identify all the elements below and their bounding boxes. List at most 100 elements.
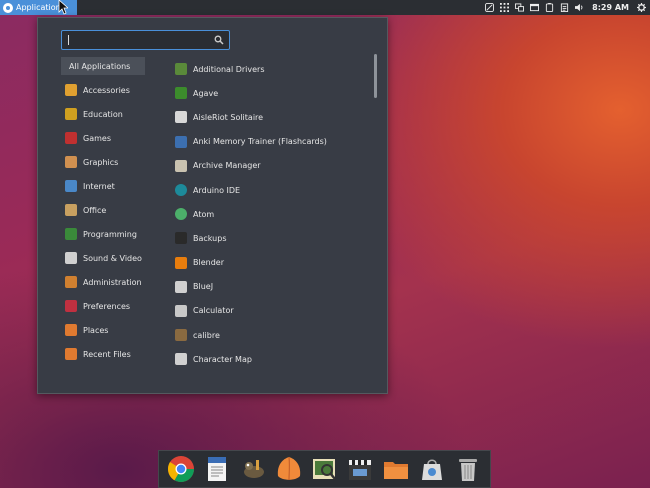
- category-internet[interactable]: Internet: [61, 174, 145, 198]
- app-item[interactable]: Character Map: [175, 347, 365, 371]
- app-item[interactable]: Blender: [175, 251, 365, 275]
- category-all-applications[interactable]: All Applications: [61, 57, 145, 75]
- ubuntu-logo-icon: [3, 2, 13, 13]
- app-item[interactable]: calibre: [175, 323, 365, 347]
- mouse-cursor-icon: [58, 0, 68, 15]
- search-icon: [214, 35, 224, 45]
- app-item[interactable]: BlueJ: [175, 275, 365, 299]
- internet-icon: [65, 180, 77, 192]
- app-item[interactable]: Archive Manager: [175, 154, 365, 178]
- app-item[interactable]: Additional Drivers: [175, 57, 365, 81]
- app-label: Additional Drivers: [193, 64, 265, 74]
- gear-icon[interactable]: [637, 3, 646, 12]
- dock-video-editor-launcher[interactable]: [345, 454, 375, 484]
- preferences-icon: [65, 300, 77, 312]
- category-label: Administration: [83, 277, 142, 287]
- app-label: Character Map: [193, 354, 252, 364]
- category-administration[interactable]: Administration: [61, 270, 145, 294]
- drivers-icon: [175, 63, 187, 76]
- dock-chrome-launcher[interactable]: [166, 454, 196, 484]
- sublime-icon: [277, 456, 300, 481]
- trash-icon: [458, 459, 477, 481]
- games-icon: [65, 132, 77, 144]
- dock-image-viewer-launcher[interactable]: [309, 454, 339, 484]
- app-label: Arduino IDE: [193, 185, 241, 195]
- category-graphics[interactable]: Graphics: [61, 150, 145, 174]
- display-icon[interactable]: [515, 3, 525, 12]
- scrollbar[interactable]: [374, 54, 377, 98]
- agave-icon: [175, 87, 187, 100]
- video-editor-icon: [349, 460, 372, 480]
- category-preferences[interactable]: Preferences: [61, 294, 145, 318]
- app-label: Atom: [193, 209, 215, 219]
- category-sound-video[interactable]: Sound & Video: [61, 246, 145, 270]
- category-recent-files[interactable]: Recent Files: [61, 342, 145, 366]
- text-caret: [68, 35, 69, 45]
- app-label: calibre: [193, 330, 220, 340]
- volume-icon[interactable]: [575, 3, 584, 12]
- document-viewer-icon: [207, 457, 226, 481]
- anki-icon: [175, 135, 187, 148]
- character-map-icon: [175, 353, 187, 366]
- accessories-icon: [65, 84, 77, 96]
- category-label: Accessories: [83, 85, 130, 95]
- category-label: All Applications: [69, 61, 131, 71]
- category-label: Preferences: [83, 301, 131, 311]
- archive-icon: [175, 159, 187, 172]
- education-icon: [65, 108, 77, 120]
- software-center-icon: [422, 459, 443, 480]
- blender-icon: [175, 256, 187, 269]
- files-icon: [384, 462, 409, 479]
- category-label: Games: [83, 133, 111, 143]
- calibre-icon: [175, 329, 187, 342]
- dock-document-viewer-launcher[interactable]: [202, 454, 232, 484]
- atom-icon: [175, 208, 187, 221]
- app-label: Blender: [193, 258, 224, 268]
- app-item[interactable]: AisleRiot Solitaire: [175, 105, 365, 129]
- dock-trash-launcher[interactable]: [453, 454, 483, 484]
- calculator-icon: [175, 304, 187, 317]
- office-icon: [65, 204, 77, 216]
- dock-files-launcher[interactable]: [381, 454, 411, 484]
- search-input[interactable]: [66, 33, 206, 47]
- dock-gimp-launcher[interactable]: [238, 454, 268, 484]
- category-accessories[interactable]: Accessories: [61, 78, 145, 102]
- category-list: All Applications Accessories Education Game…: [61, 57, 145, 366]
- dock-sublime-launcher[interactable]: [274, 454, 304, 484]
- dock-software-center-launcher[interactable]: [417, 454, 447, 484]
- system-tray: 8:29 AM: [485, 0, 646, 15]
- chrome-icon: [167, 456, 194, 483]
- gimp-icon: [243, 460, 264, 478]
- app-label: Anki Memory Trainer (Flashcards): [193, 137, 327, 147]
- app-item[interactable]: Arduino IDE: [175, 178, 365, 202]
- category-programming[interactable]: Programming: [61, 222, 145, 246]
- app-item[interactable]: Agave: [175, 81, 365, 105]
- category-label: Sound & Video: [83, 253, 142, 263]
- battery-icon[interactable]: [545, 3, 554, 12]
- bluej-icon: [175, 280, 187, 293]
- app-item[interactable]: Backups: [175, 226, 365, 250]
- places-icon: [65, 324, 77, 336]
- category-places[interactable]: Places: [61, 318, 145, 342]
- category-label: Graphics: [83, 157, 119, 167]
- arduino-icon: [175, 184, 187, 197]
- clipboard-icon[interactable]: [560, 3, 569, 12]
- application-menu: All Applications Accessories Education Game…: [37, 17, 388, 394]
- app-item[interactable]: Anki Memory Trainer (Flashcards): [175, 130, 365, 154]
- grid-icon[interactable]: [500, 3, 510, 12]
- no-entry-icon[interactable]: [485, 3, 495, 12]
- category-education[interactable]: Education: [61, 102, 145, 126]
- app-label: Calculator: [193, 306, 234, 316]
- category-office[interactable]: Office: [61, 198, 145, 222]
- window-icon[interactable]: [530, 3, 540, 12]
- administration-icon: [65, 276, 77, 288]
- search-box[interactable]: [61, 30, 230, 50]
- app-item[interactable]: Atom: [175, 202, 365, 226]
- clock[interactable]: 8:29 AM: [592, 3, 629, 12]
- top-panel: Applications 8:29 AM: [0, 0, 650, 15]
- app-item[interactable]: Calculator: [175, 299, 365, 323]
- app-label: BlueJ: [193, 282, 214, 292]
- category-games[interactable]: Games: [61, 126, 145, 150]
- category-label: Education: [83, 109, 123, 119]
- programming-icon: [65, 228, 77, 240]
